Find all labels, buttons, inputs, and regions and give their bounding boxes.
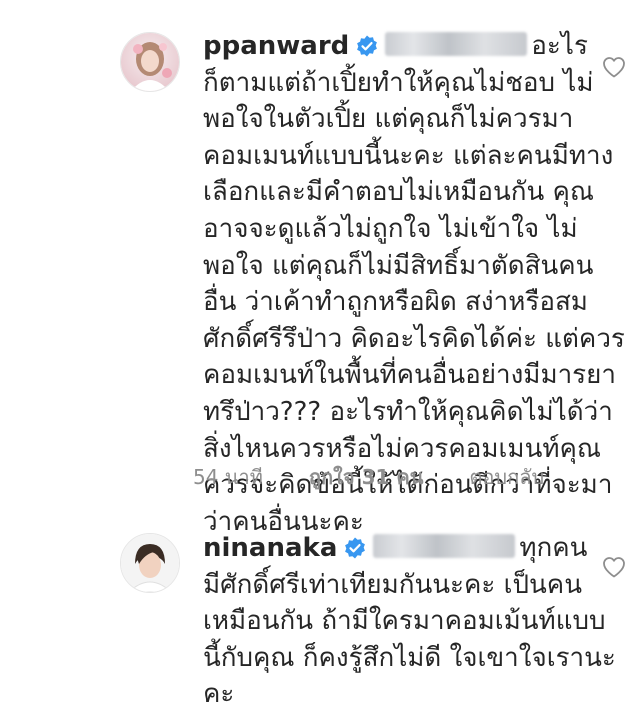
comment-line: ทรึป่าว??? อะไรทำให้คุณคิดไม่ได้ว่า bbox=[203, 396, 613, 427]
comment-line: คอมเมนท์แบบนี้นะคะ แต่ละคนมีทาง bbox=[203, 140, 614, 171]
comment-ppanward: ppanward อะไร ก็ตามแต่ถ้าเปิ้ยทำให้คุณไม่… bbox=[0, 0, 644, 537]
username[interactable]: ppanward bbox=[203, 31, 349, 61]
comment-first-line-text: อะไร bbox=[531, 31, 588, 61]
like-button[interactable] bbox=[602, 556, 626, 582]
comment-first-line-text: ทุกคน bbox=[519, 533, 588, 563]
blurred-mention bbox=[385, 32, 528, 56]
comment-line: พอใจในตัวเปิ้ย แต่คุณก็ไม่ควรมา bbox=[203, 104, 574, 135]
comment-ninanaka: ninanaka ทุกคน มีศักดิ์ศรีเท่าเทียมกันนะค… bbox=[0, 500, 644, 709]
heart-outline-icon bbox=[603, 557, 625, 578]
username[interactable]: ninanaka bbox=[203, 533, 337, 563]
comment-first-line: ninanaka ทุกคน bbox=[203, 530, 616, 567]
likes-count-link[interactable]: ถูกใจ 31 คน bbox=[309, 461, 424, 493]
verified-badge-icon bbox=[355, 32, 379, 69]
comment-first-line: ppanward อะไร bbox=[203, 28, 625, 65]
profile-photo-icon bbox=[121, 33, 179, 91]
comment-line: เหมือนกัน ถ้ามีใครมาคอมเม้นท์แบบ bbox=[203, 606, 606, 637]
verified-badge-icon bbox=[343, 534, 367, 571]
comment-line: นี้กับคุณ ก็คงรู้สึกไม่ดี ใจเขาใจเรานะ bbox=[203, 642, 616, 673]
reply-link[interactable]: ตอบกลับ bbox=[469, 461, 544, 493]
heart-outline-icon bbox=[603, 57, 625, 78]
avatar[interactable] bbox=[120, 32, 180, 92]
profile-photo-icon bbox=[121, 534, 179, 592]
comment-line: เลือกและมีคำตอบไม่เหมือนกัน คุณ bbox=[203, 177, 595, 208]
like-button[interactable] bbox=[602, 56, 626, 82]
blurred-mention bbox=[373, 534, 516, 558]
comment-line: อาจจะดูแล้วไม่ถูกใจ ไม่เข้าใจ ไม่ bbox=[203, 213, 578, 244]
comment-line: พอใจ แต่คุณก็ไม่มีสิทธิ์มาตัดสินคน bbox=[203, 250, 594, 281]
comment-body: ninanaka ทุกคน มีศักดิ์ศรีเท่าเทียมกันนะค… bbox=[203, 530, 616, 713]
avatar[interactable] bbox=[120, 533, 180, 593]
comment-line: คอมเมนท์ในพื้นที่คนอื่นอย่างมีมารยา bbox=[203, 360, 616, 391]
comment-line: อื่น ว่าเค้าทำถูกหรือผิด สง่าหรือสม bbox=[203, 287, 588, 318]
comment-line: ก็ตามแต่ถ้าเปิ้ยทำให้คุณไม่ชอบ ไม่ bbox=[203, 67, 594, 98]
comment-timestamp: 54 นาที bbox=[193, 465, 263, 489]
comment-line: ศักดิ์ศรีรึป่าว คิดอะไรคิดได้ค่ะ แต่ควร bbox=[203, 323, 625, 354]
comment-line: คะ bbox=[203, 679, 235, 710]
comment-meta: 54 นาที ถูกใจ 31 คน ตอบกลับ bbox=[193, 461, 544, 493]
comment-line: มีศักดิ์ศรีเท่าเทียมกันนะคะ เป็นคน bbox=[203, 569, 582, 600]
